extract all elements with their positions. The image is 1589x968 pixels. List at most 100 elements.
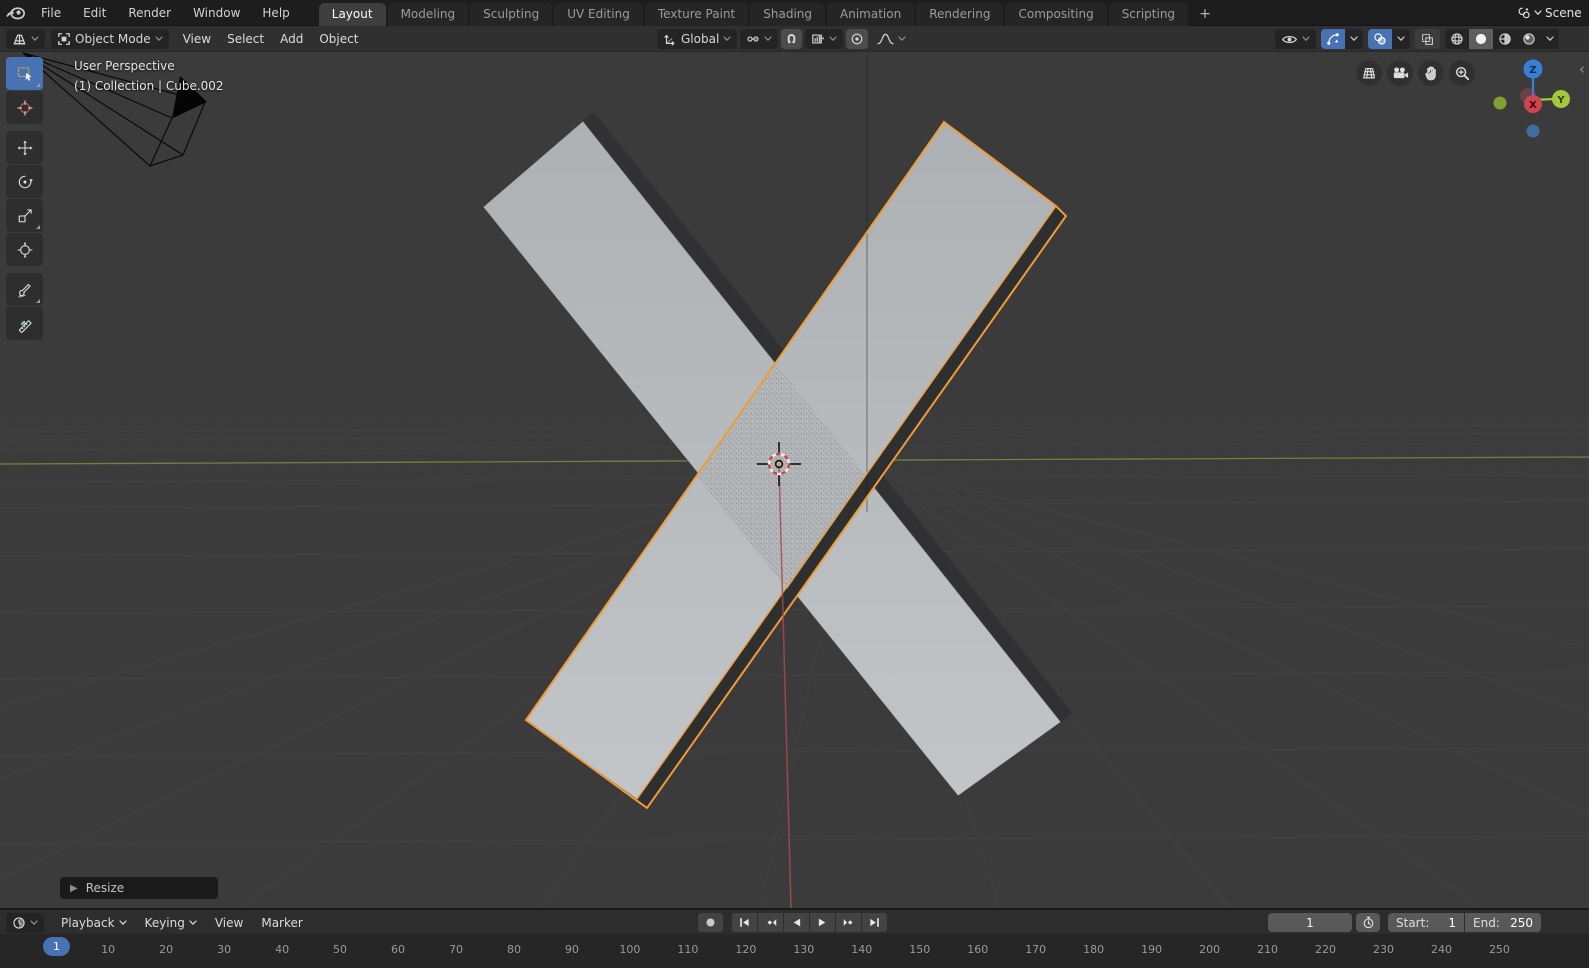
shading-material-button[interactable]	[1493, 29, 1517, 49]
viewport-menu-select[interactable]: Select	[219, 32, 272, 46]
ruler-frame-210: 210	[1257, 943, 1279, 956]
active-object-label: (1) Collection | Cube.002	[74, 79, 224, 93]
grid-projection-button[interactable]	[1356, 60, 1382, 86]
tab-compositing[interactable]: Compositing	[1005, 2, 1107, 26]
camera-view-button[interactable]	[1387, 60, 1413, 86]
viewport-3d[interactable]: Z Y X User Perspective (1) Collection | …	[0, 52, 1589, 908]
tool-transform[interactable]	[6, 233, 43, 266]
3d-viewport-icon	[12, 32, 27, 47]
tab-texture-paint[interactable]: Texture Paint	[644, 2, 749, 26]
viewport-menu-add[interactable]: Add	[272, 32, 311, 46]
tool-measure[interactable]	[6, 307, 43, 340]
tab-sculpting[interactable]: Sculpting	[470, 2, 553, 26]
gizmo-minus-y-ball[interactable]	[1493, 96, 1507, 110]
snap-with-dropdown[interactable]	[805, 29, 844, 49]
chevron-down-icon	[764, 36, 772, 42]
tool-cursor[interactable]	[6, 91, 43, 124]
pivot-point-dropdown[interactable]	[740, 29, 779, 49]
proportional-editing-toggle[interactable]	[846, 29, 869, 49]
tab-shading[interactable]: Shading	[750, 2, 825, 26]
object-visibility-dropdown[interactable]	[1275, 29, 1316, 49]
timeline-menu-playback[interactable]: Playback	[52, 916, 136, 930]
ruler-frame-190: 190	[1141, 943, 1163, 956]
timeline-menu-marker[interactable]: Marker	[252, 916, 311, 930]
ruler-frame-120: 120	[735, 943, 757, 956]
start-frame-field[interactable]: Start: 1	[1388, 913, 1464, 932]
previous-keyframe-button[interactable]	[758, 913, 783, 932]
transform-orientation-dropdown[interactable]: Global	[657, 29, 738, 49]
play-button[interactable]	[810, 913, 835, 932]
current-frame-field[interactable]: 1	[1268, 913, 1352, 932]
show-gizmos-toggle[interactable]	[1321, 29, 1345, 49]
show-overlays-toggle[interactable]	[1368, 29, 1392, 49]
ruler-frame-110: 110	[677, 943, 699, 956]
record-button[interactable]	[698, 913, 723, 932]
shading-rendered-button[interactable]	[1517, 29, 1541, 49]
gizmo-x-label: X	[1529, 100, 1537, 111]
tab-layout[interactable]: Layout	[318, 2, 386, 26]
topbar-menu-edit[interactable]: Edit	[72, 6, 117, 20]
xray-toggle[interactable]	[1415, 29, 1440, 49]
tab-animation[interactable]: Animation	[827, 2, 915, 26]
navigation-gizmo[interactable]: Z Y X	[1493, 59, 1571, 138]
gizmo-minus-z-ball[interactable]	[1526, 124, 1540, 138]
play-reverse-button[interactable]	[784, 913, 809, 932]
timeline-ruler[interactable]: 1 10 20 30 40 50 60 70 80 90 100 110 120 130 140 150 16…	[0, 934, 1589, 968]
chevron-down-icon	[118, 920, 127, 926]
ruler-frame-80: 80	[506, 943, 521, 956]
zoom-view-button[interactable]	[1449, 60, 1475, 86]
topbar-menu-help[interactable]: Help	[251, 6, 300, 20]
snap-increment-icon	[811, 32, 825, 46]
gizmos-dropdown[interactable]	[1345, 29, 1363, 49]
frame-range: Start: 1 End: 250	[1388, 913, 1541, 932]
end-frame-field[interactable]: End: 250	[1465, 913, 1541, 932]
falloff-dropdown[interactable]	[871, 29, 912, 49]
mode-label: Object Mode	[75, 32, 151, 46]
shading-wireframe-button[interactable]	[1445, 29, 1469, 49]
topbar-menu-file[interactable]: File	[30, 6, 72, 20]
stopwatch-icon	[1362, 916, 1375, 929]
topbar-menu-window[interactable]: Window	[182, 6, 251, 20]
topbar-menu-render[interactable]: Render	[117, 6, 182, 20]
auto-keying-stopwatch-button[interactable]	[1356, 913, 1380, 932]
ruler-frame-250: 250	[1488, 943, 1510, 956]
editor-type-dropdown[interactable]	[6, 29, 45, 49]
ruler-frame-90: 90	[564, 943, 579, 956]
scene-selector[interactable]: Scene	[1511, 0, 1589, 26]
tool-move[interactable]	[6, 131, 43, 164]
tool-scale[interactable]	[6, 199, 43, 232]
end-value: 250	[1510, 915, 1533, 930]
tool-rotate[interactable]	[6, 165, 43, 198]
tab-uv-editing[interactable]: UV Editing	[554, 2, 643, 26]
mode-dropdown[interactable]: Object Mode	[51, 29, 169, 49]
jump-to-end-button[interactable]	[862, 913, 887, 932]
tab-rendering[interactable]: Rendering	[916, 2, 1004, 26]
timeline-menu-keying[interactable]: Keying	[136, 916, 206, 930]
tool-annotate[interactable]	[6, 273, 43, 306]
viewport-menu-view[interactable]: View	[175, 32, 219, 46]
current-frame-indicator[interactable]: 1	[43, 937, 70, 956]
sidebar-collapse-chevron-icon[interactable]: ‹	[1579, 60, 1585, 78]
timeline-menu-view[interactable]: View	[206, 916, 252, 930]
jump-to-start-button[interactable]	[732, 913, 757, 932]
ruler-frame-40: 40	[275, 943, 290, 956]
tab-scripting[interactable]: Scripting	[1108, 2, 1189, 26]
viewport-menu-object[interactable]: Object	[311, 32, 366, 46]
pan-view-button[interactable]	[1418, 60, 1444, 86]
blender-logo-icon[interactable]	[0, 5, 30, 20]
timeline-editor-type-dropdown[interactable]	[6, 913, 44, 933]
add-workspace-button[interactable]: +	[1190, 3, 1220, 26]
chevron-down-icon	[154, 36, 163, 42]
snap-toggle[interactable]	[781, 29, 803, 49]
magnet-icon	[785, 33, 798, 46]
tool-select-box[interactable]	[6, 57, 43, 90]
overlays-dropdown[interactable]	[1392, 29, 1410, 49]
next-keyframe-button[interactable]	[836, 913, 861, 932]
chevron-down-icon	[723, 36, 731, 42]
tab-modeling[interactable]: Modeling	[387, 2, 469, 26]
chevron-down-icon	[1350, 36, 1358, 42]
shading-solid-button[interactable]	[1469, 29, 1493, 49]
tool-shelf	[6, 57, 44, 341]
operator-panel-resize[interactable]: ▶ Resize	[60, 877, 218, 899]
shading-dropdown[interactable]	[1541, 29, 1559, 49]
